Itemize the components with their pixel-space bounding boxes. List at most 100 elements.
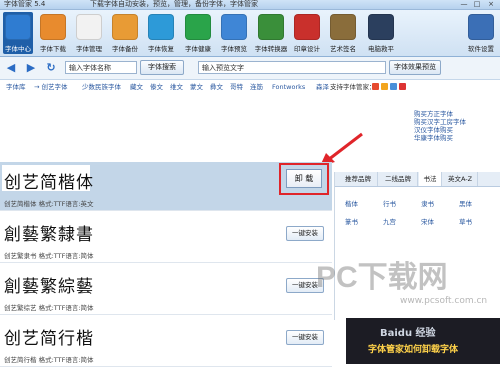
install-button[interactable]: 一键安装 bbox=[286, 330, 324, 345]
computer-icon bbox=[368, 14, 394, 40]
toolbar-button-3[interactable]: 字体备份 bbox=[110, 12, 140, 54]
style-link[interactable]: 行书 bbox=[383, 198, 396, 208]
support-label: 支持字体管家： bbox=[330, 83, 376, 91]
thumbnail-caption: 字体管家如何卸载字体 bbox=[368, 345, 459, 355]
video-thumbnail[interactable]: Baidu 经验 字体管家如何卸载字体 bbox=[346, 318, 500, 364]
category-tab[interactable]: 书法 bbox=[419, 172, 442, 186]
category-link[interactable]: 傣文 bbox=[150, 80, 163, 94]
font-row[interactable]: 創藝繁隸書创艺繁隶书 格式:TTF语言:简体 一键安装 bbox=[0, 214, 332, 263]
category-tabs: 推荐品牌 二线品牌 书法 英文A-Z bbox=[335, 172, 500, 187]
app-title: 字体管家 5.4 bbox=[4, 0, 46, 8]
category-tab[interactable]: 推荐品牌 bbox=[339, 172, 378, 186]
toolbar-button-10[interactable]: 电脑救平 bbox=[366, 12, 396, 54]
font-meta: 创艺简行楷 格式:TTF语言:简体 bbox=[4, 356, 94, 364]
uninstall-button[interactable]: 卸 载 bbox=[286, 169, 322, 188]
category-link[interactable]: 字体库 bbox=[6, 80, 26, 94]
style-link[interactable]: 九宫 bbox=[383, 216, 396, 226]
font-effect-preview-button[interactable]: 字体效果预览 bbox=[389, 60, 441, 75]
category-bar: 字体库 → 创艺字体 少数民族字体 藏文 傣文 维文 蒙文 彝文 哥特 连筋 Fontworks 森泽 bbox=[0, 80, 500, 94]
font-sample: 创艺简行楷 bbox=[4, 329, 94, 349]
category-link[interactable]: 森泽 bbox=[316, 80, 329, 94]
category-link[interactable]: Fontworks bbox=[272, 80, 305, 94]
main-toolbar: 字体中心 字体下载 字体管理 字体备份 字体恢复 字体健康 字体预览 字体转换器 印章设计 艺术签… bbox=[0, 10, 500, 57]
minimize-button[interactable]: — bbox=[458, 0, 470, 8]
uninstall-highlight: 卸 载 bbox=[279, 163, 329, 195]
purchase-link[interactable]: 购买方正字体 bbox=[414, 110, 494, 118]
style-link[interactable]: 宋体 bbox=[421, 216, 434, 226]
font-meta: 创艺繁综艺 格式:TTF语言:简体 bbox=[4, 304, 94, 312]
font-sample: 創藝繁隸書 bbox=[4, 225, 94, 245]
refresh-icon[interactable]: ↻ bbox=[45, 61, 57, 74]
backup-folder-icon bbox=[112, 14, 138, 40]
share-icon-3[interactable] bbox=[390, 83, 397, 90]
purchase-link[interactable]: 汉仪字体购买 bbox=[414, 126, 494, 134]
toolbar-button-label: 字体恢复 bbox=[148, 45, 174, 53]
font-search-button[interactable]: 字体搜索 bbox=[140, 60, 184, 75]
toolbar-button-11[interactable]: 软件设置 bbox=[466, 12, 496, 54]
style-link[interactable]: 篆书 bbox=[345, 216, 358, 226]
category-link[interactable]: 蒙文 bbox=[190, 80, 203, 94]
watermark-url: www.pcsoft.com.cn bbox=[400, 296, 488, 306]
toolbar-button-0[interactable]: 字体中心 bbox=[3, 12, 33, 54]
toolbar-button-8[interactable]: 印章设计 bbox=[292, 12, 322, 54]
toolbar-button-1[interactable]: 字体下载 bbox=[38, 12, 68, 54]
purchase-links: 购买方正字体 购买汉字工房字体 汉仪字体购买 华康字体购买 bbox=[414, 110, 494, 142]
toolbar-button-5[interactable]: 字体健康 bbox=[183, 12, 213, 54]
font-meta: 创艺简楷体 格式:TTF语言:英文 bbox=[4, 200, 94, 208]
font-row[interactable]: 創藝繁綜藝 创艺繁综艺 格式:TTF语言:简体 一键安装 bbox=[0, 266, 332, 315]
toolbar-button-6[interactable]: 字体预览 bbox=[219, 12, 249, 54]
toolbar-button-7[interactable]: 字体转换器 bbox=[255, 12, 287, 54]
category-tab[interactable]: 二线品牌 bbox=[379, 172, 418, 186]
maximize-button[interactable]: □ bbox=[471, 0, 483, 8]
install-button[interactable]: 一键安装 bbox=[286, 226, 324, 241]
toolbar-button-label: 软件设置 bbox=[468, 45, 494, 53]
category-tab[interactable]: 英文A-Z bbox=[443, 172, 478, 186]
back-arrow-icon[interactable]: ◀ bbox=[5, 61, 17, 74]
gear-icon bbox=[468, 14, 494, 40]
share-icon-1[interactable] bbox=[372, 83, 379, 90]
toolbar-button-label: 字体预览 bbox=[221, 45, 247, 53]
category-link[interactable]: 藏文 bbox=[130, 80, 143, 94]
category-link[interactable]: 连筋 bbox=[250, 80, 263, 94]
support-icons bbox=[372, 83, 408, 92]
purchase-link[interactable]: 华康字体购买 bbox=[414, 134, 494, 142]
forward-arrow-icon[interactable]: ▶ bbox=[25, 61, 37, 74]
close-button[interactable]: × bbox=[485, 0, 497, 8]
watermark-brand: PC下载网 bbox=[316, 261, 448, 294]
style-link[interactable]: 隶书 bbox=[421, 198, 434, 208]
font-manage-icon bbox=[76, 14, 102, 40]
style-link[interactable]: 楷体 bbox=[345, 198, 358, 208]
toolbar-button-9[interactable]: 艺术签名 bbox=[328, 12, 358, 54]
house-icon bbox=[5, 14, 31, 40]
toolbar-button-label: 电脑救平 bbox=[368, 45, 394, 53]
share-icon-2[interactable] bbox=[381, 83, 388, 90]
style-link[interactable]: 黑体 bbox=[459, 198, 472, 208]
category-link[interactable]: 哥特 bbox=[230, 80, 243, 94]
preview-text-input[interactable]: 输入预览文字 bbox=[198, 61, 386, 74]
font-name-search-input[interactable]: 输入字体名称 bbox=[65, 61, 137, 74]
font-row[interactable]: 创艺简行楷创艺简行楷 格式:TTF语言:简体 一键安装 bbox=[0, 318, 332, 367]
title-bar: 字体管家 5.4 下载字体自动安装，预览，管理，备份字体，字体管家 — □ × bbox=[0, 0, 500, 10]
restore-icon bbox=[148, 14, 174, 40]
purchase-link[interactable]: 购买汉字工房字体 bbox=[414, 118, 494, 126]
preview-window-icon bbox=[221, 14, 247, 40]
share-icon-4[interactable] bbox=[399, 83, 406, 90]
toolbar-button-4[interactable]: 字体恢复 bbox=[146, 12, 176, 54]
thumbnail-title: Baidu 经验 bbox=[380, 328, 436, 339]
seal-icon bbox=[294, 14, 320, 40]
signature-icon bbox=[330, 14, 356, 40]
style-link[interactable]: 草书 bbox=[459, 216, 472, 226]
font-sample: 创艺简楷体 bbox=[4, 173, 94, 193]
search-row: ◀ ▶ ↻ 输入字体名称 字体搜索 输入预览文字 字体效果预览 bbox=[0, 57, 500, 80]
category-link[interactable]: 彝文 bbox=[210, 80, 223, 94]
toolbar-button-2[interactable]: 字体管理 bbox=[74, 12, 104, 54]
category-link[interactable]: 少数民族字体 bbox=[82, 80, 121, 94]
download-folder-icon bbox=[40, 14, 66, 40]
converter-icon bbox=[258, 14, 284, 40]
category-link[interactable]: → 创艺字体 bbox=[34, 80, 68, 94]
font-meta: 创艺繁隶书 格式:TTF语言:简体 bbox=[4, 252, 94, 260]
window-subtitle: 下载字体自动安装，预览，管理，备份字体，字体管家 bbox=[90, 0, 258, 8]
health-cross-icon bbox=[185, 14, 211, 40]
category-link[interactable]: 维文 bbox=[170, 80, 183, 94]
toolbar-button-label: 艺术签名 bbox=[330, 45, 356, 53]
